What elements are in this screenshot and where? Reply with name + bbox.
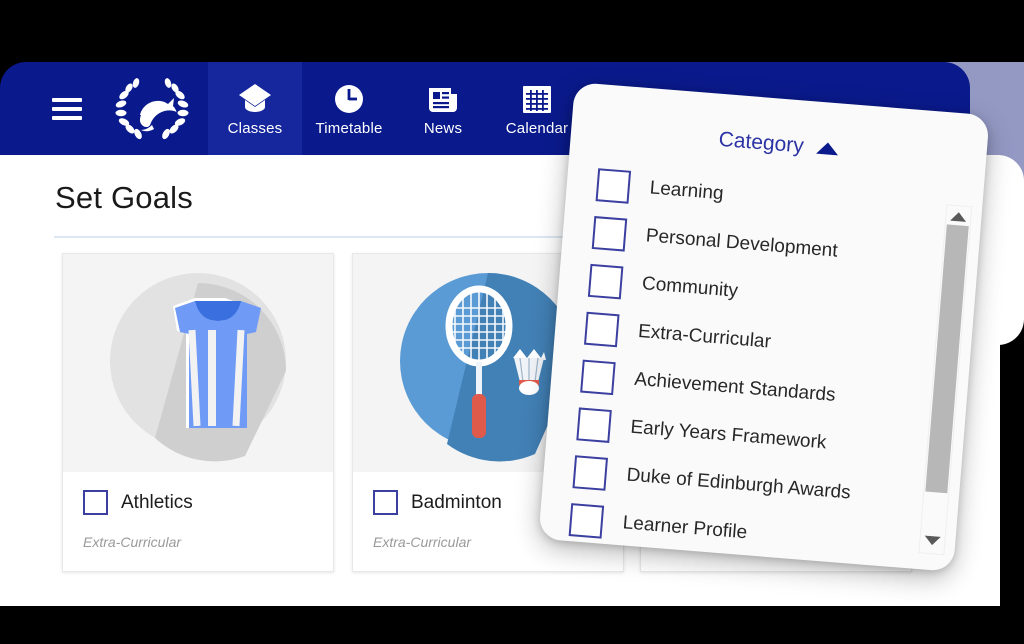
category-option-label: Learner Profile [621,512,748,544]
category-checkbox[interactable] [572,454,609,491]
category-option-label: Extra-Curricular [637,320,772,353]
category-option-label: Achievement Standards [633,368,837,406]
nav-item-label: Calendar [505,120,569,137]
category-dropdown-title: Category [717,127,805,158]
category-dropdown-panel: Category Learning Personal Development C… [538,82,990,572]
category-filter-dropdown: Category Learning Personal Development C… [538,82,990,572]
category-option-label: Community [641,273,739,302]
category-checkbox[interactable] [591,215,628,252]
scroll-up-arrow-icon[interactable] [950,211,967,222]
category-option-label: Learning [648,177,725,205]
hamburger-icon[interactable] [38,62,96,155]
nav-item-classes[interactable]: Classes [208,62,302,155]
goal-card-name: Athletics [121,491,193,513]
nav-item-label: News [423,120,463,137]
category-checkbox[interactable] [584,311,620,347]
category-checkbox[interactable] [580,359,616,395]
category-checkbox[interactable] [595,167,632,204]
nav-item-label: Timetable [315,120,383,137]
school-crest-dolphin-laurel-logo[interactable] [96,62,208,155]
scrollbar-thumb[interactable] [925,224,969,494]
category-checkbox[interactable] [576,406,612,443]
category-option-list: Learning Personal Development Community … [568,160,928,569]
nav-item-label: Classes [227,120,283,137]
category-option-label: Duke of Edinburgh Awards [625,464,852,504]
goal-card-category: Extra-Curricular [83,534,182,550]
goal-card-athletics[interactable]: Athletics Extra-Curricular [62,253,334,572]
clock-icon [332,80,366,116]
goal-card-checkbox[interactable] [83,490,108,515]
newspaper-icon [425,80,461,116]
category-option-label: Early Years Framework [629,416,828,454]
category-checkbox[interactable] [568,502,605,539]
nav-item-timetable[interactable]: Timetable [302,62,396,155]
graduation-cap-icon [237,80,273,116]
goal-card-thumbnail [63,254,333,472]
scroll-down-arrow-icon[interactable] [924,535,941,546]
goal-card-checkbox[interactable] [373,490,398,515]
category-option-label: Personal Development [645,225,839,262]
goal-card-name: Badminton [411,491,502,513]
athletics-tank-top-icon [95,258,301,469]
category-checkbox[interactable] [587,263,624,299]
caret-up-icon[interactable] [816,141,840,156]
page-title: Set Goals [55,180,193,215]
screenshot-root: Classes Timetable News Calendar Set Goal… [0,0,1024,644]
calendar-icon [520,80,554,116]
nav-item-news[interactable]: News [396,62,490,155]
